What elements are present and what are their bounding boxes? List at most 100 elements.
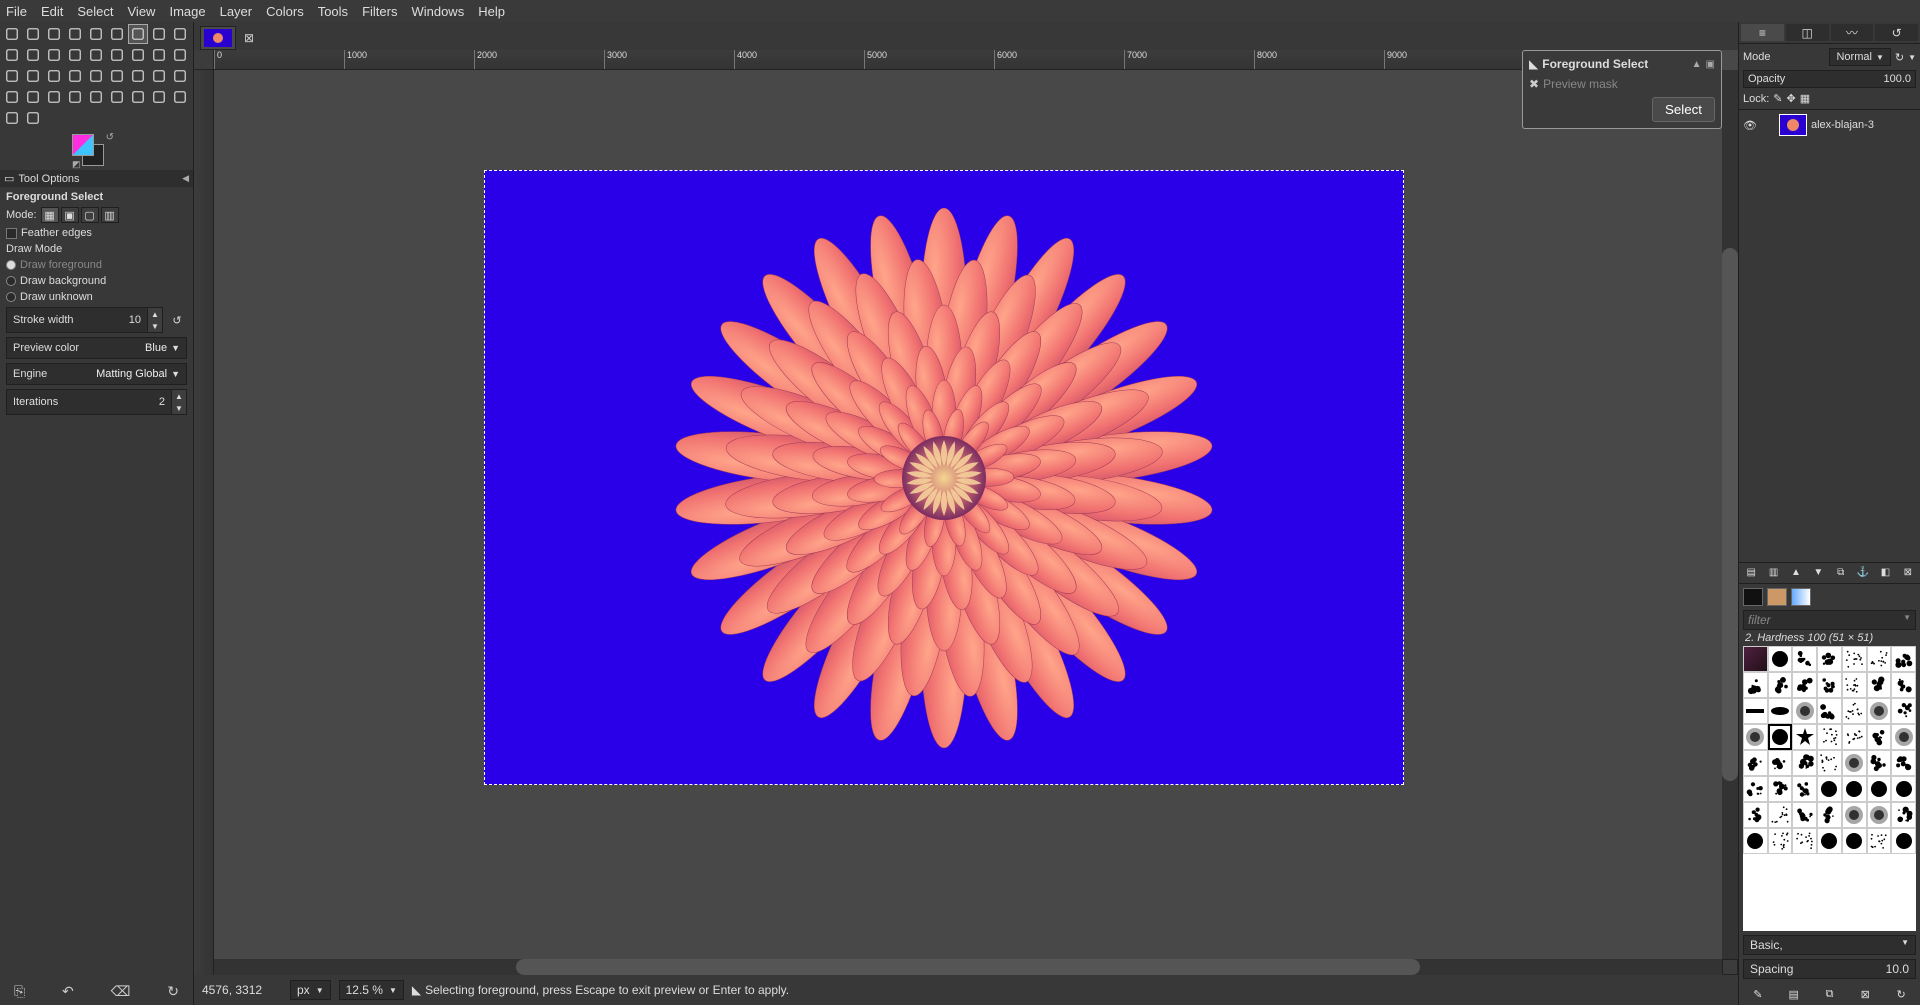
menu-select[interactable]: Select <box>77 4 113 19</box>
popup-close-icon[interactable]: ▣ <box>1706 59 1715 70</box>
brush-preset[interactable] <box>1842 646 1867 672</box>
brush-preset[interactable] <box>1743 750 1768 776</box>
new-layer-button[interactable]: ▤ <box>1741 565 1761 581</box>
delete-preset-icon[interactable]: ⌫ <box>111 983 131 1000</box>
unit-dropdown[interactable]: px ▼ <box>290 980 331 1000</box>
brush-preset[interactable] <box>1768 828 1793 854</box>
canvas-area[interactable] <box>214 70 1722 959</box>
menu-file[interactable]: File <box>6 4 27 19</box>
menu-layer[interactable]: Layer <box>220 4 253 19</box>
brush-preset[interactable] <box>1792 750 1817 776</box>
brush-preset[interactable] <box>1817 750 1842 776</box>
fg-color-swatch[interactable] <box>72 134 94 156</box>
brush-preset[interactable] <box>1842 776 1867 802</box>
brush-preset[interactable] <box>1891 776 1916 802</box>
brush-preset[interactable] <box>1891 750 1916 776</box>
lock-alpha-icon[interactable]: ▦ <box>1800 92 1810 105</box>
brush-preset[interactable] <box>1768 646 1793 672</box>
mode-reset-icon[interactable]: ↻ <box>1895 51 1904 64</box>
brush-preset[interactable] <box>1867 646 1892 672</box>
menu-colors[interactable]: Colors <box>266 4 304 19</box>
measure-tool[interactable] <box>23 45 43 65</box>
merge-down-button[interactable]: ⚓ <box>1853 565 1873 581</box>
preview-mask-row[interactable]: ✖ Preview mask <box>1529 77 1715 91</box>
brush-preset[interactable] <box>1817 724 1842 750</box>
free-select-tool[interactable] <box>44 24 64 44</box>
brush-preset[interactable] <box>1867 776 1892 802</box>
by-color-select-tool[interactable] <box>86 24 106 44</box>
brush-preset[interactable] <box>1768 672 1793 698</box>
lock-position-icon[interactable]: ✥ <box>1787 92 1796 105</box>
brush-preset[interactable] <box>1792 646 1817 672</box>
airbrush-tool[interactable] <box>2 87 22 107</box>
brush-preset[interactable] <box>1867 750 1892 776</box>
brush-preset[interactable] <box>1743 828 1768 854</box>
draw-background-radio[interactable] <box>6 276 16 286</box>
warp-tool[interactable] <box>44 66 64 86</box>
reset-colors-icon[interactable]: ◩ <box>72 159 81 170</box>
fuzzy-select-tool[interactable] <box>65 24 85 44</box>
clone-tool[interactable] <box>65 87 85 107</box>
brush-preset[interactable] <box>1891 698 1916 724</box>
brush-preset[interactable] <box>1891 802 1916 828</box>
preview-color-dropdown[interactable]: Preview color Blue ▼ <box>6 337 187 359</box>
lock-pixels-icon[interactable]: ✎ <box>1773 92 1782 105</box>
stroke-width-slider[interactable]: Stroke width 10 ▲ ▼ <box>6 307 163 333</box>
save-preset-icon[interactable]: ⎘ <box>14 983 25 1000</box>
paintbrush-tool[interactable] <box>149 66 169 86</box>
brush-preset[interactable] <box>1817 802 1842 828</box>
detach-panel-icon[interactable]: ◀ <box>182 173 189 184</box>
canvas-scrollbar-horizontal[interactable] <box>214 959 1722 975</box>
stroke-width-up[interactable]: ▲ <box>148 308 162 320</box>
brush-preset[interactable] <box>1867 698 1892 724</box>
brush-preset[interactable] <box>1792 724 1817 750</box>
brush-preset[interactable] <box>1891 672 1916 698</box>
new-group-button[interactable]: ▥ <box>1763 565 1783 581</box>
brush-preset[interactable] <box>1743 776 1768 802</box>
select-button[interactable]: Select <box>1652 97 1715 122</box>
brush-spacing-slider[interactable]: Spacing 10.0 <box>1743 959 1916 979</box>
brush-preset[interactable] <box>1792 698 1817 724</box>
stroke-width-reset-icon[interactable]: ↺ <box>167 307 187 333</box>
opacity-slider[interactable]: Opacity 100.0 <box>1743 70 1916 88</box>
brush-preset[interactable] <box>1842 698 1867 724</box>
brush-preset[interactable] <box>1817 698 1842 724</box>
brush-preset[interactable] <box>1768 776 1793 802</box>
scale-tool[interactable] <box>128 45 148 65</box>
paths-tab[interactable]: 〰 <box>1831 24 1874 41</box>
ruler-vertical[interactable] <box>194 70 214 975</box>
duplicate-brush-button[interactable]: ⧉ <box>1813 985 1847 1003</box>
iterations-down[interactable]: ▼ <box>172 402 186 414</box>
crop-tool[interactable] <box>86 45 106 65</box>
brush-preset[interactable] <box>1792 828 1817 854</box>
menu-windows[interactable]: Windows <box>411 4 464 19</box>
ink-tool[interactable] <box>23 87 43 107</box>
brush-group-dropdown[interactable]: Basic, ▼ <box>1743 935 1916 955</box>
layers-tab[interactable]: ≡ <box>1741 24 1784 41</box>
rotate-tool[interactable] <box>107 45 127 65</box>
mypaint-tool[interactable] <box>44 87 64 107</box>
restore-preset-icon[interactable]: ↶ <box>62 983 74 1000</box>
brush-filter-input[interactable]: filter ▼ <box>1743 610 1916 630</box>
brush-preset[interactable] <box>1768 750 1793 776</box>
brush-preset[interactable] <box>1792 802 1817 828</box>
draw-background-row[interactable]: Draw background <box>6 275 187 287</box>
ruler-corner[interactable] <box>194 50 214 70</box>
visibility-eye-icon[interactable]: 👁 <box>1743 119 1757 132</box>
brush-preset[interactable] <box>1842 828 1867 854</box>
gradient-tool[interactable] <box>107 66 127 86</box>
align-tool[interactable] <box>65 45 85 65</box>
mask-layer-button[interactable]: ◧ <box>1875 565 1895 581</box>
brush-preset[interactable] <box>1768 802 1793 828</box>
perspective-clone-tool[interactable] <box>107 87 127 107</box>
refresh-brushes-button[interactable]: ↻ <box>1884 985 1918 1003</box>
cage-tool[interactable] <box>23 66 43 86</box>
reset-tool-icon[interactable]: ↻ <box>167 983 179 1000</box>
popup-detach-icon[interactable]: ▲ <box>1692 59 1702 70</box>
blend-mode-dropdown[interactable]: Normal ▼ <box>1829 48 1890 66</box>
brush-preset[interactable] <box>1817 776 1842 802</box>
transform-tool[interactable] <box>170 24 190 44</box>
stroke-width-down[interactable]: ▼ <box>148 320 162 332</box>
blur-tool[interactable] <box>128 87 148 107</box>
color-swatches[interactable]: ↺ ◩ <box>72 134 116 170</box>
